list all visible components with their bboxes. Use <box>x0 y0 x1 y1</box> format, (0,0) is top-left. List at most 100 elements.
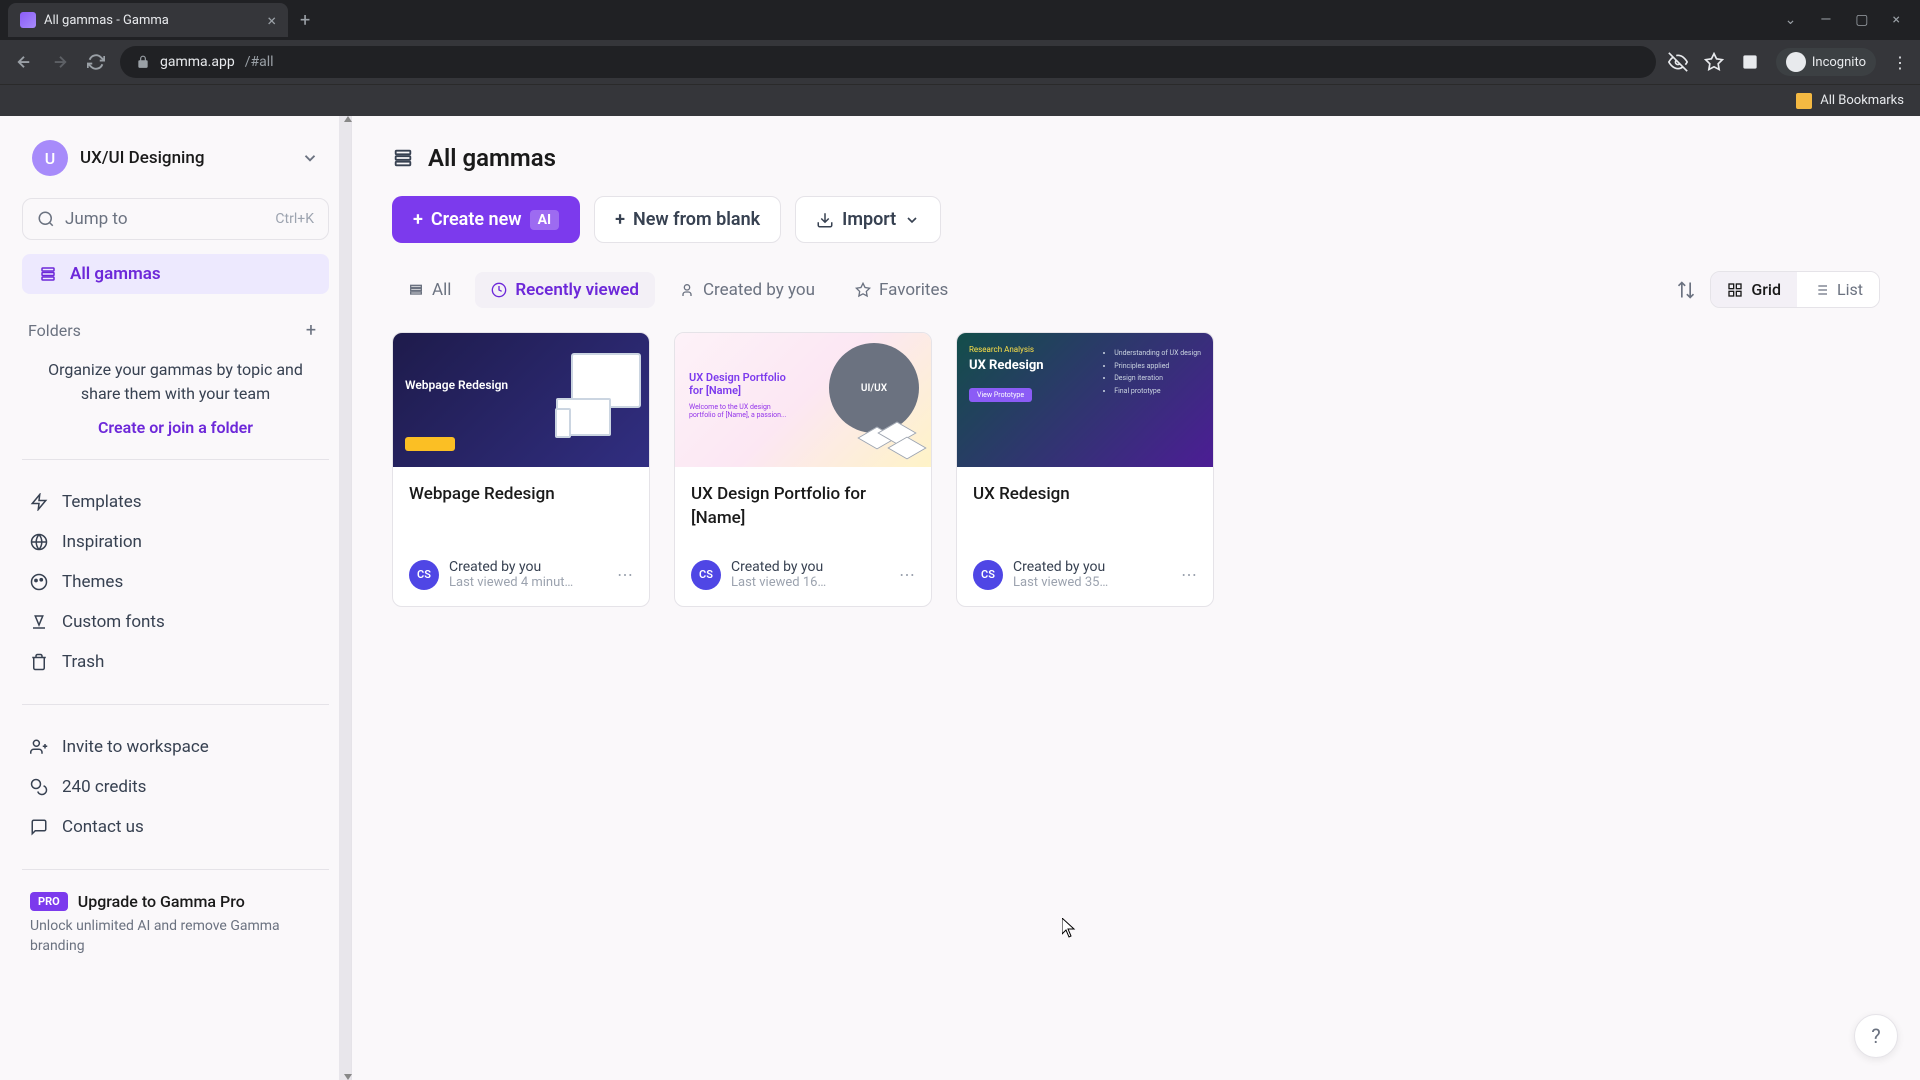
sidebar-item-trash[interactable]: Trash <box>22 642 329 682</box>
url-host: gamma.app <box>160 54 235 70</box>
view-label: List <box>1837 280 1863 299</box>
thumb-button: View Prototype <box>969 388 1032 402</box>
card-avatar: CS <box>691 560 721 590</box>
create-new-button[interactable]: + Create new AI <box>392 196 580 243</box>
filter-tab-recent[interactable]: Recently viewed <box>475 272 655 308</box>
url-input[interactable]: gamma.app /#all <box>120 46 1656 78</box>
browser-tab[interactable]: All gammas - Gamma × <box>8 3 288 37</box>
thumb-button <box>405 437 455 451</box>
extension-icon[interactable] <box>1740 52 1760 72</box>
coins-icon <box>30 778 48 796</box>
chat-icon <box>30 818 48 836</box>
thumb-title: UX Design Portfolio for [Name] <box>689 371 789 397</box>
sidebar-item-credits[interactable]: 240 credits <box>22 767 329 807</box>
maximize-icon[interactable]: ▢ <box>1855 12 1868 28</box>
reload-button[interactable] <box>84 50 108 74</box>
card-time: Last viewed 35… <box>1013 575 1171 590</box>
back-button[interactable] <box>12 50 36 74</box>
sidebar-item-custom-fonts[interactable]: Custom fonts <box>22 602 329 642</box>
sidebar-item-label: Custom fonts <box>62 612 165 632</box>
bookmarks-bar: All Bookmarks <box>0 84 1920 116</box>
close-window-icon[interactable]: × <box>1893 12 1900 28</box>
plus-icon: + <box>413 209 423 230</box>
window-dropdown-icon[interactable]: ⌄ <box>1785 12 1797 28</box>
view-list-button[interactable]: List <box>1797 272 1879 307</box>
jump-to-button[interactable]: Jump to Ctrl+K <box>22 198 329 240</box>
sidebar-item-contact[interactable]: Contact us <box>22 807 329 847</box>
filter-label: Recently viewed <box>515 280 639 300</box>
font-icon <box>30 613 48 631</box>
gamma-card[interactable]: UX Design Portfolio for [Name] Welcome t… <box>674 332 932 607</box>
new-from-blank-button[interactable]: + New from blank <box>594 196 781 243</box>
filter-tab-created[interactable]: Created by you <box>663 272 831 308</box>
workspace-switcher[interactable]: U UX/UI Designing <box>22 132 329 184</box>
stack-icon <box>408 282 424 298</box>
card-menu-button[interactable]: ⋯ <box>1181 565 1197 584</box>
card-menu-button[interactable]: ⋯ <box>899 565 915 584</box>
sidebar-item-themes[interactable]: Themes <box>22 562 329 602</box>
sidebar: U UX/UI Designing Jump to Ctrl+K All gam… <box>0 116 352 1080</box>
divider <box>22 704 329 705</box>
upgrade-pro-section[interactable]: PRO Upgrade to Gamma Pro Unlock unlimite… <box>22 892 329 956</box>
incognito-badge[interactable]: Incognito <box>1776 48 1876 76</box>
card-avatar: CS <box>409 560 439 590</box>
view-grid-button[interactable]: Grid <box>1711 272 1797 307</box>
browser-menu-icon[interactable]: ⋮ <box>1892 53 1908 72</box>
help-button[interactable]: ? <box>1854 1014 1898 1058</box>
import-icon <box>816 211 834 229</box>
card-creator: Created by you <box>731 559 889 575</box>
user-plus-icon <box>30 738 48 756</box>
incognito-label: Incognito <box>1812 55 1866 70</box>
sidebar-item-label: Contact us <box>62 817 144 837</box>
sidebar-item-label: Invite to workspace <box>62 737 209 757</box>
sidebar-item-invite[interactable]: Invite to workspace <box>22 727 329 767</box>
incognito-icon <box>1786 52 1806 72</box>
view-toggle: Grid List <box>1710 271 1880 308</box>
globe-icon <box>30 533 48 551</box>
all-bookmarks-link[interactable]: All Bookmarks <box>1820 93 1904 108</box>
gamma-card[interactable]: Webpage Redesign Webpage Redesign CS Cre… <box>392 332 650 607</box>
sidebar-item-all-gammas[interactable]: All gammas <box>22 254 329 294</box>
eye-off-icon[interactable] <box>1668 52 1688 72</box>
card-title: Webpage Redesign <box>409 483 633 531</box>
filter-tab-favorites[interactable]: Favorites <box>839 272 964 308</box>
filter-label: Created by you <box>703 280 815 300</box>
plus-icon: + <box>615 209 625 230</box>
sidebar-item-label: Themes <box>62 572 123 592</box>
sidebar-scrollbar[interactable] <box>339 116 351 1080</box>
star-icon <box>855 282 871 298</box>
card-creator: Created by you <box>449 559 607 575</box>
card-menu-button[interactable]: ⋯ <box>617 565 633 584</box>
gamma-card[interactable]: Research Analysis UX Redesign View Proto… <box>956 332 1214 607</box>
sort-button[interactable] <box>1670 274 1702 306</box>
create-folder-link[interactable]: Create or join a folder <box>30 418 321 437</box>
url-path: /#all <box>245 54 274 70</box>
thumb-title: UX Redesign <box>969 358 1084 373</box>
bolt-icon <box>30 493 48 511</box>
thumb-circle-badge: UI/UX <box>829 343 919 433</box>
filter-label: All <box>432 280 451 300</box>
sidebar-item-inspiration[interactable]: Inspiration <box>22 522 329 562</box>
divider <box>22 459 329 460</box>
close-tab-icon[interactable]: × <box>267 11 276 30</box>
add-folder-button[interactable]: + <box>299 318 323 342</box>
browser-tab-bar: All gammas - Gamma × + ⌄ — ▢ × <box>0 0 1920 40</box>
pro-subtitle: Unlock unlimited AI and remove Gamma bra… <box>30 917 321 956</box>
stack-icon <box>38 265 58 283</box>
filter-tab-all[interactable]: All <box>392 272 467 308</box>
trash-icon <box>30 653 48 671</box>
minimize-icon[interactable]: — <box>1820 12 1831 28</box>
user-icon <box>679 282 695 298</box>
card-thumbnail: UX Design Portfolio for [Name] Welcome t… <box>675 333 931 467</box>
forward-button[interactable] <box>48 50 72 74</box>
filter-label: Favorites <box>879 280 948 300</box>
card-thumbnail: Research Analysis UX Redesign View Proto… <box>957 333 1213 467</box>
thumb-devices-illustration <box>531 353 641 443</box>
sidebar-item-label: All gammas <box>70 264 161 284</box>
sidebar-item-templates[interactable]: Templates <box>22 482 329 522</box>
thumb-subtitle: Welcome to the UX design portfolio of [N… <box>689 403 799 419</box>
bookmark-star-icon[interactable] <box>1704 52 1724 72</box>
tab-title: All gammas - Gamma <box>44 13 259 28</box>
new-tab-button[interactable]: + <box>300 10 310 31</box>
import-button[interactable]: Import <box>795 196 941 243</box>
